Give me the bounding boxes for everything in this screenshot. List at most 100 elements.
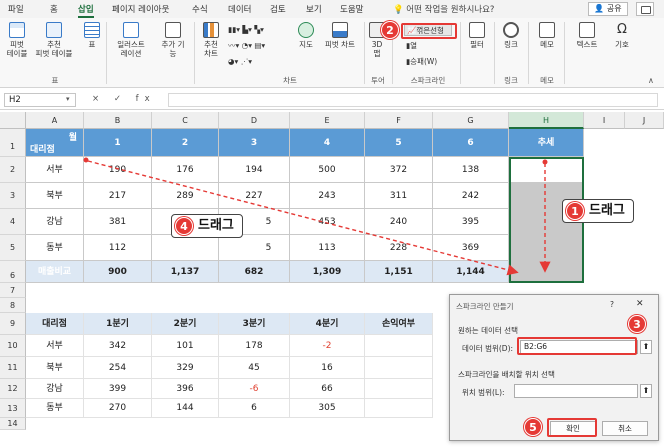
total-value-cell[interactable]: 1,309	[290, 261, 365, 283]
maps-button[interactable]: 지도	[296, 22, 316, 49]
quarter-branch-cell[interactable]: 동부	[26, 399, 84, 418]
row-header-1[interactable]: 1	[0, 129, 26, 157]
row-header-9[interactable]: 9	[0, 313, 26, 335]
value-cell[interactable]: 289	[152, 183, 219, 209]
addins-button[interactable]: 추가 기 능	[156, 22, 190, 58]
quarter-value-cell[interactable]: 270	[84, 399, 152, 418]
quarter-value-cell[interactable]: 16	[290, 357, 365, 379]
value-cell[interactable]: 217	[84, 183, 152, 209]
share-button[interactable]: 👤 공유	[588, 2, 628, 16]
value-cell[interactable]: 243	[290, 183, 365, 209]
location-range-input[interactable]	[514, 384, 638, 398]
value-cell[interactable]: 240	[365, 209, 433, 235]
month-header[interactable]: 2	[152, 129, 219, 157]
branch-name-cell[interactable]: 서부	[26, 157, 84, 183]
column-header-i[interactable]: I	[584, 112, 625, 129]
value-cell[interactable]: 453	[290, 209, 365, 235]
line-chart-button[interactable]: 〰▾ ◔▾ ▤▾	[228, 40, 265, 52]
total-label-cell[interactable]: 매출비교	[26, 261, 84, 283]
location-range-collapse-icon[interactable]: ⬆	[640, 384, 652, 398]
quarter-value-cell[interactable]	[365, 335, 433, 357]
tab-data[interactable]: 데이터	[228, 3, 251, 15]
sparkline-winloss-button[interactable]: ▮승패(W)	[404, 56, 437, 68]
value-cell[interactable]: 372	[365, 157, 433, 183]
column-header-d[interactable]: D	[219, 112, 290, 129]
column-header-j[interactable]: J	[625, 112, 664, 129]
quarter-branch-cell[interactable]: 북부	[26, 357, 84, 379]
pivot-table-button[interactable]: 피벗 테이블	[4, 22, 30, 58]
row-header-11[interactable]: 11	[0, 357, 26, 379]
quarter-header-cell[interactable]: 3분기	[219, 313, 290, 335]
value-cell[interactable]: 176	[152, 157, 219, 183]
quarter-value-cell[interactable]: 329	[152, 357, 219, 379]
illustrations-button[interactable]: 일러스트 레이션	[112, 22, 150, 58]
quarter-value-cell[interactable]	[365, 357, 433, 379]
quarter-branch-cell[interactable]: 서부	[26, 335, 84, 357]
column-header-b[interactable]: B	[84, 112, 152, 129]
sparkline-column-button[interactable]: ▮열	[404, 40, 417, 52]
row-header-7[interactable]: 7	[0, 283, 26, 298]
quarter-value-cell[interactable]: 342	[84, 335, 152, 357]
quarter-value-cell[interactable]: 101	[152, 335, 219, 357]
tab-home[interactable]: 홈	[50, 3, 58, 15]
quarter-value-cell[interactable]: -2	[290, 335, 365, 357]
tab-review[interactable]: 검토	[270, 3, 286, 15]
quarter-value-cell[interactable]: 6	[219, 399, 290, 418]
pie-chart-button[interactable]: ◕▾ ⋰▾	[228, 56, 252, 68]
quarter-header-cell[interactable]: 손익여부	[365, 313, 433, 335]
total-value-cell[interactable]: 1,144	[433, 261, 509, 283]
value-cell[interactable]	[219, 235, 290, 261]
ribbon-collapse-icon[interactable]: ∧	[648, 76, 654, 85]
value-cell[interactable]: 194	[219, 157, 290, 183]
symbol-button[interactable]: Ω 기호	[610, 22, 634, 49]
cancel-button[interactable]: 취소	[602, 421, 648, 436]
column-header-g[interactable]: G	[433, 112, 509, 129]
column-chart-button[interactable]: ▮▮▾ ▙▾ ▚▾	[228, 24, 264, 36]
pivot-chart-button[interactable]: 피벗 차트	[320, 22, 360, 49]
column-header-e[interactable]: E	[290, 112, 365, 129]
tab-view[interactable]: 보기	[306, 3, 322, 15]
branch-name-cell[interactable]: 동부	[26, 235, 84, 261]
value-cell[interactable]: 113	[290, 235, 365, 261]
total-value-cell[interactable]: 1,151	[365, 261, 433, 283]
quarter-value-cell[interactable]: 396	[152, 379, 219, 399]
dialog-help-button[interactable]: ?	[610, 300, 614, 309]
branch-name-cell[interactable]: 강남	[26, 209, 84, 235]
tab-insert[interactable]: 삽입	[78, 3, 94, 18]
quarter-value-cell[interactable]: 254	[84, 357, 152, 379]
row-header-4[interactable]: 4	[0, 209, 26, 235]
quarter-value-cell[interactable]: -6	[219, 379, 290, 399]
month-header[interactable]: 3	[219, 129, 290, 157]
quarter-value-cell[interactable]: 66	[290, 379, 365, 399]
value-cell[interactable]: 190	[84, 157, 152, 183]
column-header-c[interactable]: C	[152, 112, 219, 129]
quarter-value-cell[interactable]: 399	[84, 379, 152, 399]
tab-help[interactable]: 도움말	[340, 3, 363, 15]
quarter-header-cell[interactable]: 대리점	[26, 313, 84, 335]
quarter-value-cell[interactable]	[365, 399, 433, 418]
row-header-2[interactable]: 2	[0, 157, 26, 183]
tab-file[interactable]: 파일	[8, 3, 24, 15]
table-button[interactable]: 표	[82, 22, 102, 49]
quarter-value-cell[interactable]	[365, 379, 433, 399]
row-header-10[interactable]: 10	[0, 335, 26, 357]
row-header-6[interactable]: 6	[0, 261, 26, 283]
row-header-5[interactable]: 5	[0, 235, 26, 261]
value-cell[interactable]	[152, 235, 219, 261]
tab-page-layout[interactable]: 페이지 레이아웃	[112, 3, 169, 15]
formula-fx-icons[interactable]: × ✓ fx	[92, 94, 156, 104]
table-corner-header[interactable]: 월 대리점	[26, 129, 84, 157]
comments-icon[interactable]	[636, 2, 654, 16]
row-header-3[interactable]: 3	[0, 183, 26, 209]
quarter-value-cell[interactable]: 305	[290, 399, 365, 418]
trend-header[interactable]: 추세	[509, 129, 584, 157]
name-box-dropdown-icon[interactable]: ▾	[66, 95, 70, 103]
column-header-a[interactable]: A	[26, 112, 84, 129]
comment-button[interactable]: 메모	[536, 22, 558, 49]
value-cell[interactable]: 242	[433, 183, 509, 209]
month-header[interactable]: 6	[433, 129, 509, 157]
text-button[interactable]: 텍스트	[572, 22, 602, 49]
quarter-value-cell[interactable]: 144	[152, 399, 219, 418]
tell-me-search[interactable]: 💡 어떤 작업을 원하시나요?	[393, 3, 494, 15]
total-value-cell[interactable]: 682	[219, 261, 290, 283]
